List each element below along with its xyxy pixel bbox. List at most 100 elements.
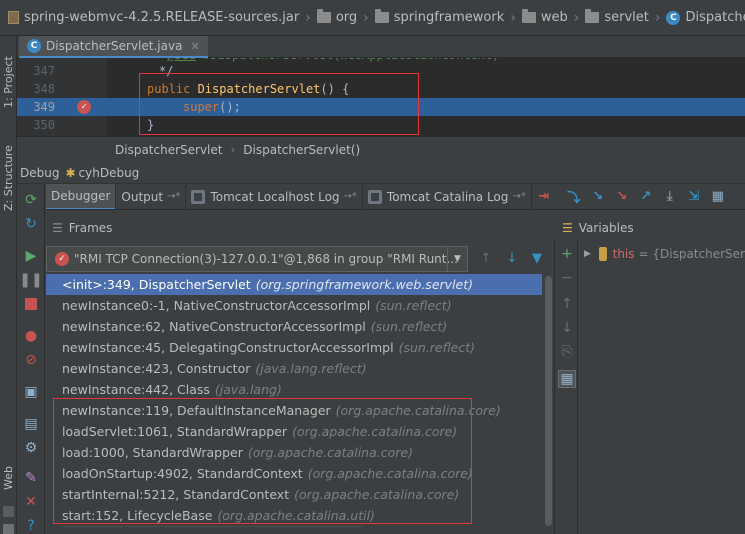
frame-row[interactable]: loadOnStartup:4902, StandardContext (org.…	[46, 463, 542, 484]
step-out-icon[interactable]: ↗	[634, 187, 658, 207]
filter-icon[interactable]: ▼	[529, 250, 545, 266]
variable-value: = {DispatcherSer	[638, 247, 745, 261]
code-editor[interactable]: @see #DispatcherServlet(WebApplicationCo…	[17, 58, 745, 136]
remove-watch-icon[interactable]: −	[559, 270, 575, 286]
scrollbar-thumb[interactable]	[545, 276, 552, 526]
navigation-breadcrumb: spring-webmvc-4.2.5.RELEASE-sources.jar …	[0, 0, 745, 36]
bug-icon: ✱	[65, 165, 76, 180]
chevron-right-icon: ›	[510, 9, 516, 26]
frame-method: startInternal:5212, StandardContext	[62, 487, 290, 502]
frame-row[interactable]: newInstance0:-1, NativeConstructorAccess…	[46, 295, 542, 316]
structure-tool-tab[interactable]: Z: Structure	[0, 128, 17, 228]
frame-package: (org.apache.catalina.util)	[217, 508, 375, 523]
expand-arrow-icon[interactable]: ▶	[584, 249, 591, 259]
folder-icon	[316, 9, 331, 23]
move-up-icon[interactable]: ↑	[559, 296, 575, 312]
pin-icon[interactable]: ✎	[23, 470, 39, 486]
tab-tomcat-catalina-log[interactable]: Tomcat Catalina Log →*	[363, 184, 532, 209]
tab-dispatcherservlet-java[interactable]: C DispatcherServlet.java ✕	[19, 36, 208, 58]
tab-label: Output	[121, 189, 164, 204]
frame-row[interactable]: startInternal:5212, StandardContext (org.…	[46, 484, 542, 505]
arrow-down-icon[interactable]: ↓	[504, 250, 520, 266]
class-icon: C	[27, 39, 41, 53]
variable-name: this	[612, 247, 635, 261]
watches-toggle-icon[interactable]: ▦	[558, 370, 576, 388]
mute-breakpoints-icon[interactable]: ⊘	[23, 352, 39, 368]
evaluate-expression-icon[interactable]: ▦	[706, 187, 730, 207]
frame-row[interactable]: newInstance:119, DefaultInstanceManager (…	[46, 400, 542, 421]
arrow-up-icon[interactable]: ↑	[478, 250, 494, 266]
tab-debugger[interactable]: Debugger	[46, 184, 117, 209]
camera-icon[interactable]: ▣	[23, 384, 39, 400]
crumb-springframework[interactable]: › springframework	[357, 9, 504, 26]
variables-toolbar: + − ↑ ↓ ⎘ ▦	[554, 240, 578, 534]
frame-row[interactable]: start:152, LifecycleBase (org.apache.cata…	[46, 505, 542, 526]
frame-method: newInstance:45, DelegatingConstructorAcc…	[62, 340, 394, 355]
chevron-right-icon: ›	[654, 9, 661, 26]
tab-label: Tomcat Catalina Log	[386, 189, 509, 204]
variable-row[interactable]: ▶ this = {DispatcherSer	[578, 244, 745, 264]
stop-icon[interactable]	[23, 296, 39, 312]
frames-scrollbar[interactable]	[542, 274, 554, 534]
web-tool-tab[interactable]: Web	[0, 456, 17, 500]
frame-method: start:152, LifecycleBase	[62, 508, 213, 523]
tab-output[interactable]: Output →*	[116, 184, 187, 209]
layout-icon[interactable]: ▤	[23, 416, 39, 432]
frame-row[interactable]: newInstance:442, Class (java.lang)	[46, 379, 542, 400]
frame-package: (sun.reflect)	[398, 340, 476, 355]
crumb-label: web	[540, 10, 568, 25]
editor-crumb-method[interactable]: DispatcherServlet()	[243, 143, 360, 157]
frame-row[interactable]: newInstance:45, DelegatingConstructorAcc…	[46, 337, 542, 358]
pin-icon[interactable]: →*	[512, 191, 525, 202]
folder-icon	[521, 9, 536, 23]
step-into-icon[interactable]: ↘	[586, 187, 610, 207]
step-over-icon[interactable]: ⤵	[562, 187, 586, 207]
debug-title: Debug	[20, 165, 60, 180]
frame-row-selected[interactable]: <init>:349, DispatcherServlet (org.spring…	[46, 274, 542, 295]
crumb-web[interactable]: › web	[504, 9, 568, 26]
force-step-into-icon[interactable]: ↘	[610, 187, 634, 207]
favorites-icon	[3, 524, 14, 534]
restart-icon[interactable]: ↻	[23, 216, 39, 232]
code-text: public DispatcherServlet() {	[147, 82, 350, 96]
run-to-cursor-icon[interactable]: ⇲	[682, 187, 706, 207]
breakpoint-icon[interactable]: ✓	[77, 100, 91, 114]
chevron-right-icon: ›	[305, 9, 311, 26]
crumb-servlet[interactable]: › servlet	[568, 9, 649, 26]
crumb-label: spring-webmvc-4.2.5.RELEASE-sources.jar	[24, 10, 300, 25]
copy-icon[interactable]: ⎘	[559, 344, 575, 360]
view-breakpoints-icon[interactable]: ●	[23, 328, 39, 344]
chevron-down-icon[interactable]: ▼	[447, 247, 467, 271]
show-execution-point-icon[interactable]: ⇥	[532, 187, 556, 207]
frame-row[interactable]: load:1000, StandardWrapper (org.apache.ca…	[46, 442, 542, 463]
move-down-icon[interactable]: ↓	[559, 320, 575, 336]
frames-list[interactable]: <init>:349, DispatcherServlet (org.spring…	[46, 274, 542, 534]
crumb-dispatcherservlet[interactable]: › C DispatcherServlet	[649, 10, 745, 26]
editor-breadcrumb: DispatcherServlet › DispatcherServlet()	[17, 136, 745, 162]
folder-icon	[374, 9, 389, 23]
frame-row[interactable]: newInstance:62, NativeConstructorAccesso…	[46, 316, 542, 337]
frame-row[interactable]: loadServlet:1061, StandardWrapper (org.ap…	[46, 421, 542, 442]
pin-icon[interactable]: →*	[344, 191, 357, 202]
drop-frame-icon[interactable]: ⤓	[658, 187, 682, 207]
tab-tomcat-localhost-log[interactable]: Tomcat Localhost Log →*	[186, 184, 363, 209]
new-watch-icon[interactable]: +	[559, 246, 575, 262]
close-icon[interactable]: ✕	[190, 40, 199, 53]
editor-crumb-class[interactable]: DispatcherServlet	[115, 143, 222, 157]
frame-row[interactable]: newInstance:423, Constructor (java.lang.r…	[46, 358, 542, 379]
help-icon[interactable]: ?	[23, 518, 39, 534]
project-tool-tab[interactable]: 1: Project	[0, 42, 17, 122]
resume-icon[interactable]: ▶	[23, 248, 39, 264]
crumb-org[interactable]: › org	[299, 9, 357, 26]
close-icon[interactable]: ✕	[23, 494, 39, 510]
crumb-jar[interactable]: spring-webmvc-4.2.5.RELEASE-sources.jar	[8, 10, 299, 25]
project-tab-label: 1: Project	[2, 56, 15, 108]
settings-icon[interactable]: ⚙	[23, 440, 39, 456]
pause-icon[interactable]: ❚❚	[19, 272, 42, 288]
debug-header: Debug ✱ cyhDebug	[17, 162, 745, 184]
code-text: }	[147, 118, 155, 132]
frame-package: (org.apache.catalina.core)	[307, 466, 473, 481]
rerun-icon[interactable]: ⟳	[23, 192, 39, 208]
thread-selector[interactable]: ✓ "RMI TCP Connection(3)-127.0.0.1"@1,86…	[46, 246, 468, 272]
pin-icon[interactable]: →*	[167, 191, 180, 202]
